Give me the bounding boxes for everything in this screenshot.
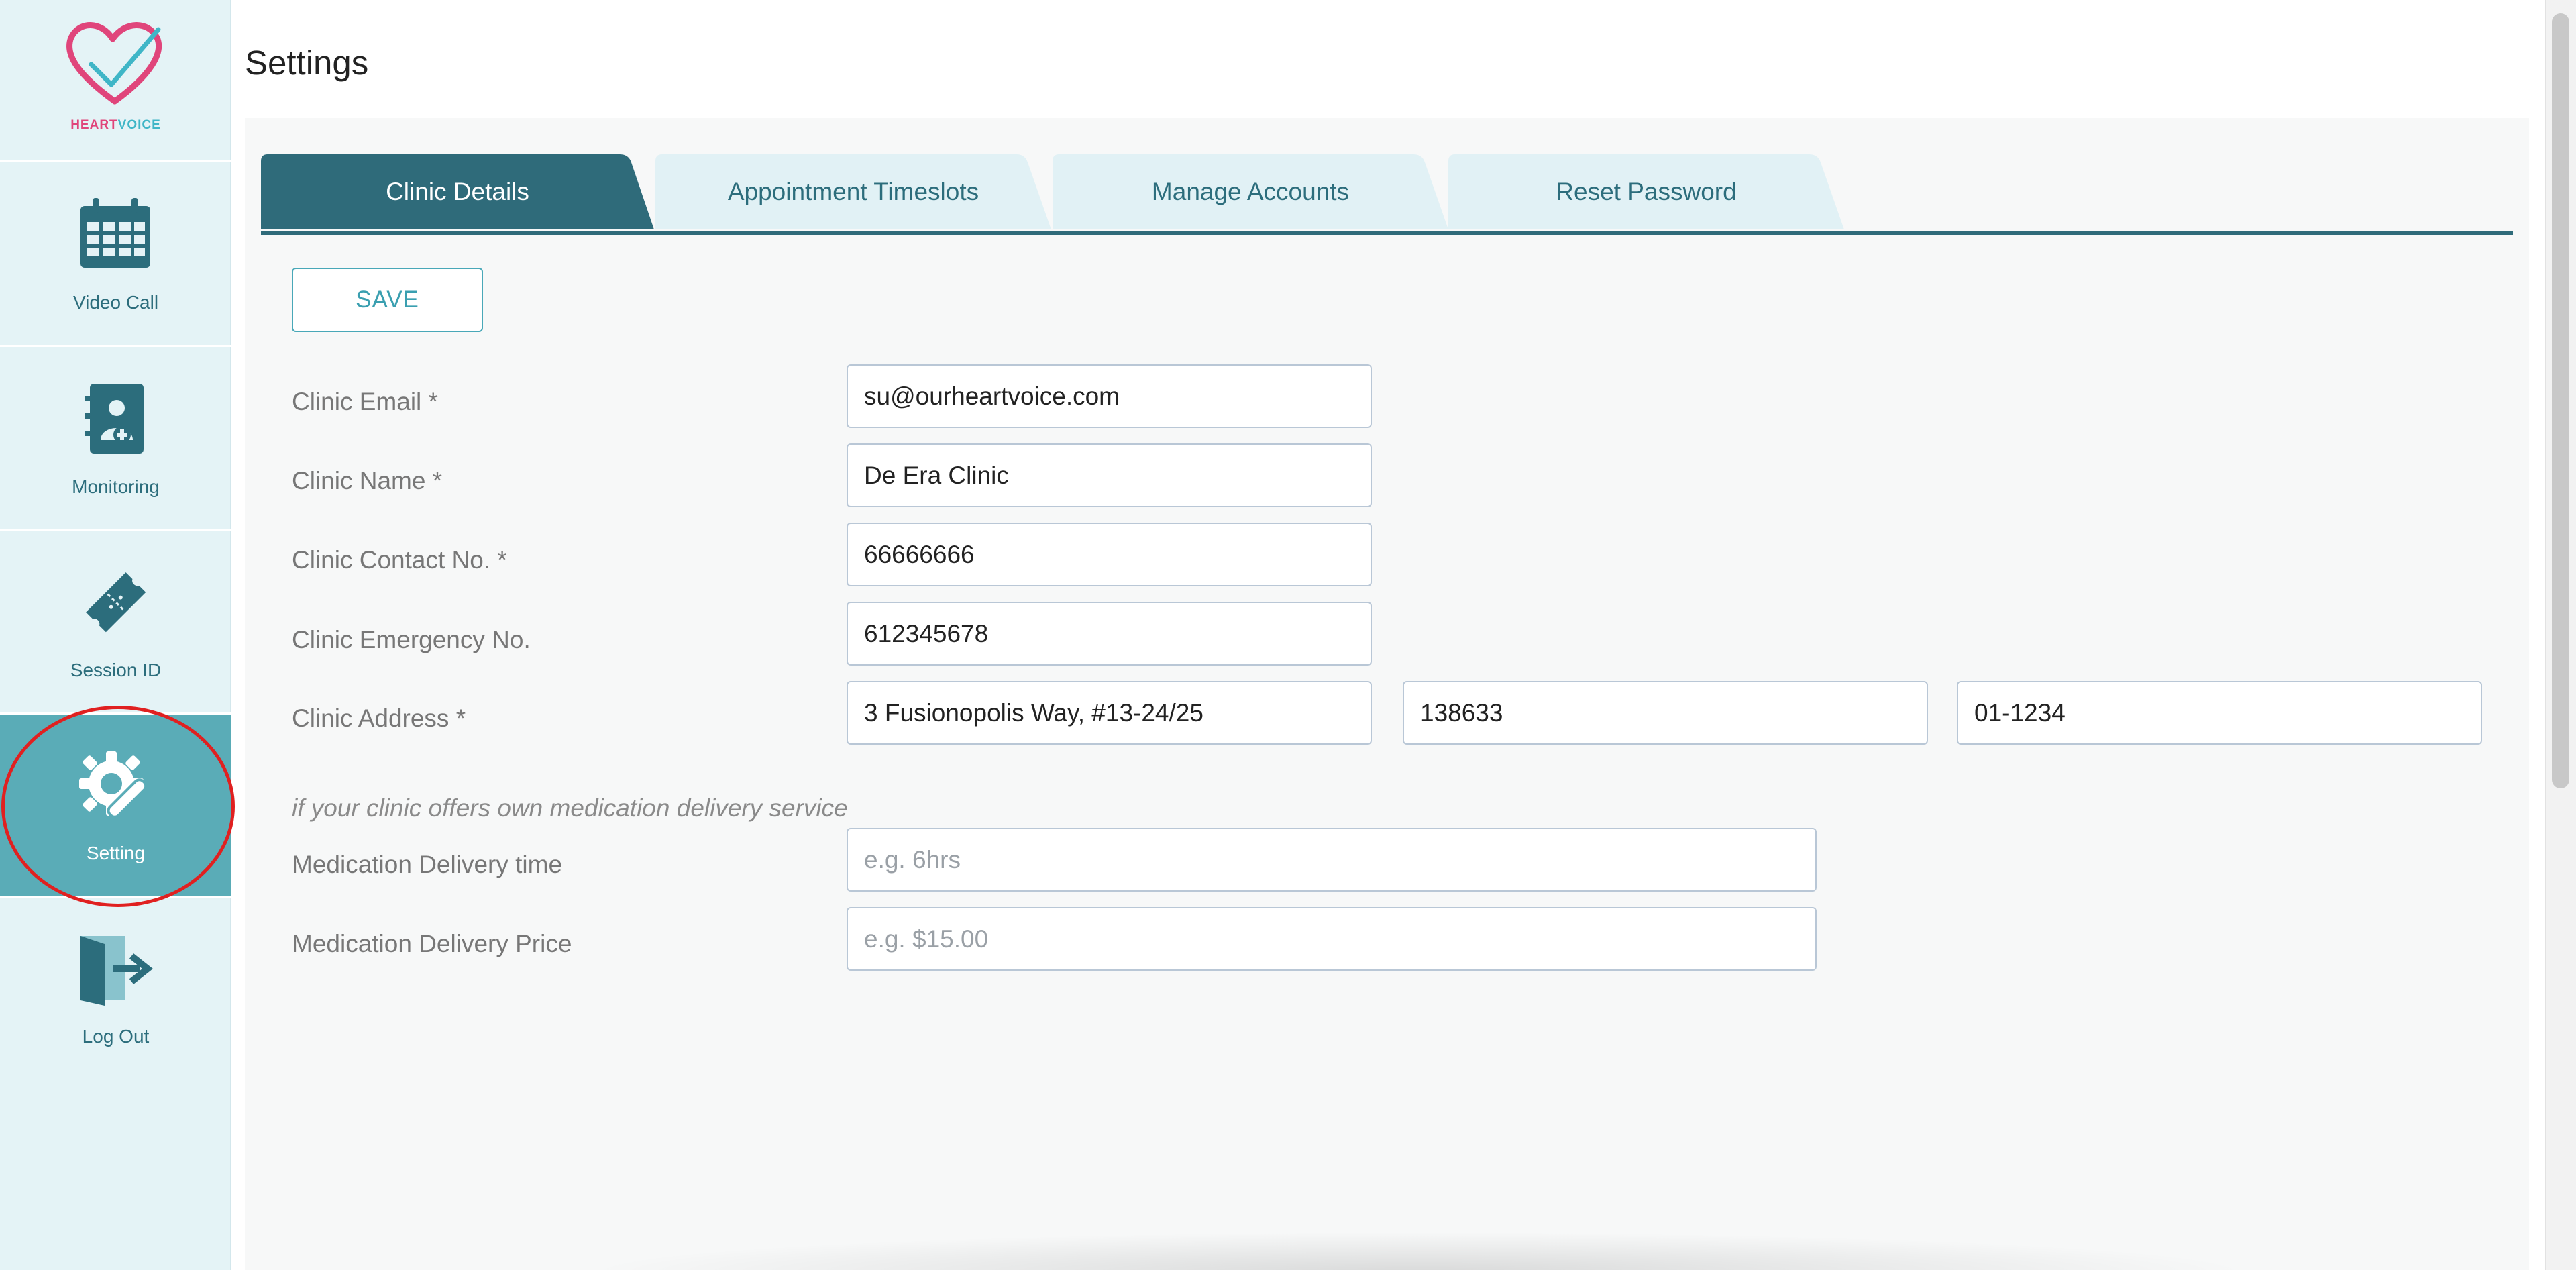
sidebar-item-monitoring[interactable]: Monitoring xyxy=(0,349,231,531)
sidebar-item-video-call[interactable]: Video Call xyxy=(0,164,231,347)
sidebar-item-label: Session ID xyxy=(70,659,162,680)
settings-wrench-icon xyxy=(79,751,148,818)
sidebar-item-label: Video Call xyxy=(72,292,159,313)
clinic-name-field[interactable]: De Era Clinic xyxy=(847,443,1372,507)
delivery-time-input[interactable]: e.g. 6hrs xyxy=(847,828,1817,892)
sidebar-item-label: Setting xyxy=(86,843,146,863)
clinic-address-unit-field[interactable]: 01-1234 xyxy=(1957,681,2482,745)
sidebar-item-setting[interactable]: Setting xyxy=(0,715,231,898)
ticket-icon xyxy=(86,572,146,633)
tab-underline xyxy=(261,231,2513,235)
tab-label: Reset Password xyxy=(1556,178,1737,205)
settings-panel: Clinic Details Appointment Timeslots Man… xyxy=(245,118,2529,1270)
tab-manage-accounts[interactable]: Manage Accounts xyxy=(1053,154,1448,229)
sidebar: HEARTVOICE Video Call Monitoring Session… xyxy=(0,0,235,1270)
tab-reset-password[interactable]: Reset Password xyxy=(1448,154,1844,229)
tab-label: Clinic Details xyxy=(386,178,529,205)
medical-book-icon xyxy=(85,384,144,454)
logo-text: HEARTVOICE xyxy=(0,118,231,133)
tab-label: Appointment Timeslots xyxy=(727,178,979,205)
clinic-address-street-field[interactable]: 3 Fusionopolis Way, #13-24/25 xyxy=(847,681,1372,745)
save-button[interactable]: SAVE xyxy=(292,268,483,332)
scrollbar-thumb[interactable] xyxy=(2552,13,2569,788)
clinic-emergency-label: Clinic Emergency No. xyxy=(292,626,531,653)
panel-bottom-shadow xyxy=(580,1232,2257,1270)
logo-voice-text: VOICE xyxy=(117,118,161,132)
sidebar-item-log-out[interactable]: Log Out xyxy=(0,898,231,1081)
sidebar-item-label: Log Out xyxy=(82,1026,150,1047)
delivery-price-input[interactable]: e.g. $15.00 xyxy=(847,907,1817,971)
clinic-address-postal-field[interactable]: 138633 xyxy=(1403,681,1928,745)
sidebar-item-session-id[interactable]: Session ID xyxy=(0,532,231,715)
sidebar-item-label: Monitoring xyxy=(72,476,160,497)
heart-logo-icon xyxy=(66,22,162,105)
heartvoice-logo[interactable]: HEARTVOICE xyxy=(0,0,231,162)
logout-icon xyxy=(80,936,153,1006)
tab-appointment-timeslots[interactable]: Appointment Timeslots xyxy=(655,154,1051,229)
clinic-contact-label: Clinic Contact No. * xyxy=(292,546,507,574)
tab-label: Manage Accounts xyxy=(1151,178,1350,205)
page-scrollbar[interactable] xyxy=(2545,0,2576,1270)
delivery-note: if your clinic offers own medication del… xyxy=(292,794,848,822)
clinic-name-label: Clinic Name * xyxy=(292,467,443,494)
calendar-icon xyxy=(80,198,150,268)
clinic-address-label: Clinic Address * xyxy=(292,704,466,732)
clinic-emergency-field[interactable]: 612345678 xyxy=(847,602,1372,666)
delivery-time-label: Medication Delivery time xyxy=(292,851,563,878)
page-title: Settings xyxy=(245,44,369,82)
logo-heart-text: HEART xyxy=(70,118,118,132)
delivery-price-label: Medication Delivery Price xyxy=(292,930,572,957)
clinic-contact-field[interactable]: 66666666 xyxy=(847,523,1372,586)
clinic-email-label: Clinic Email * xyxy=(292,388,438,415)
clinic-email-field[interactable]: su@ourheartvoice.com xyxy=(847,364,1372,428)
tab-clinic-details[interactable]: Clinic Details xyxy=(261,154,654,229)
